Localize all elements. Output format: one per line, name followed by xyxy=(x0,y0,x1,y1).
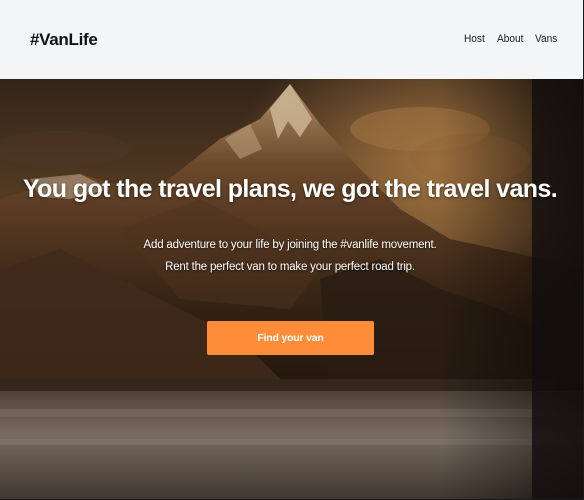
navbar: #VanLife Host About Vans xyxy=(0,0,583,79)
hero-overlay xyxy=(0,79,583,499)
hero-section: You got the travel plans, we got the tra… xyxy=(0,79,583,499)
nav-link-vans[interactable]: Vans xyxy=(535,33,557,45)
hero-title: You got the travel plans, we got the tra… xyxy=(22,175,558,203)
hero-subtitle-line-1: Add adventure to your life by joining th… xyxy=(143,239,437,251)
page: #VanLife Host About Vans You got the tra… xyxy=(0,0,584,500)
hero-subtitle-line-2: Rent the perfect van to make your perfec… xyxy=(165,261,415,273)
nav-link-about[interactable]: About xyxy=(497,33,523,45)
logo-link[interactable]: #VanLife xyxy=(30,30,98,50)
hero-subtitle: Add adventure to your life by joining th… xyxy=(0,234,580,278)
nav-link-host[interactable]: Host xyxy=(464,33,485,45)
find-your-van-button[interactable]: Find your van xyxy=(207,321,374,355)
